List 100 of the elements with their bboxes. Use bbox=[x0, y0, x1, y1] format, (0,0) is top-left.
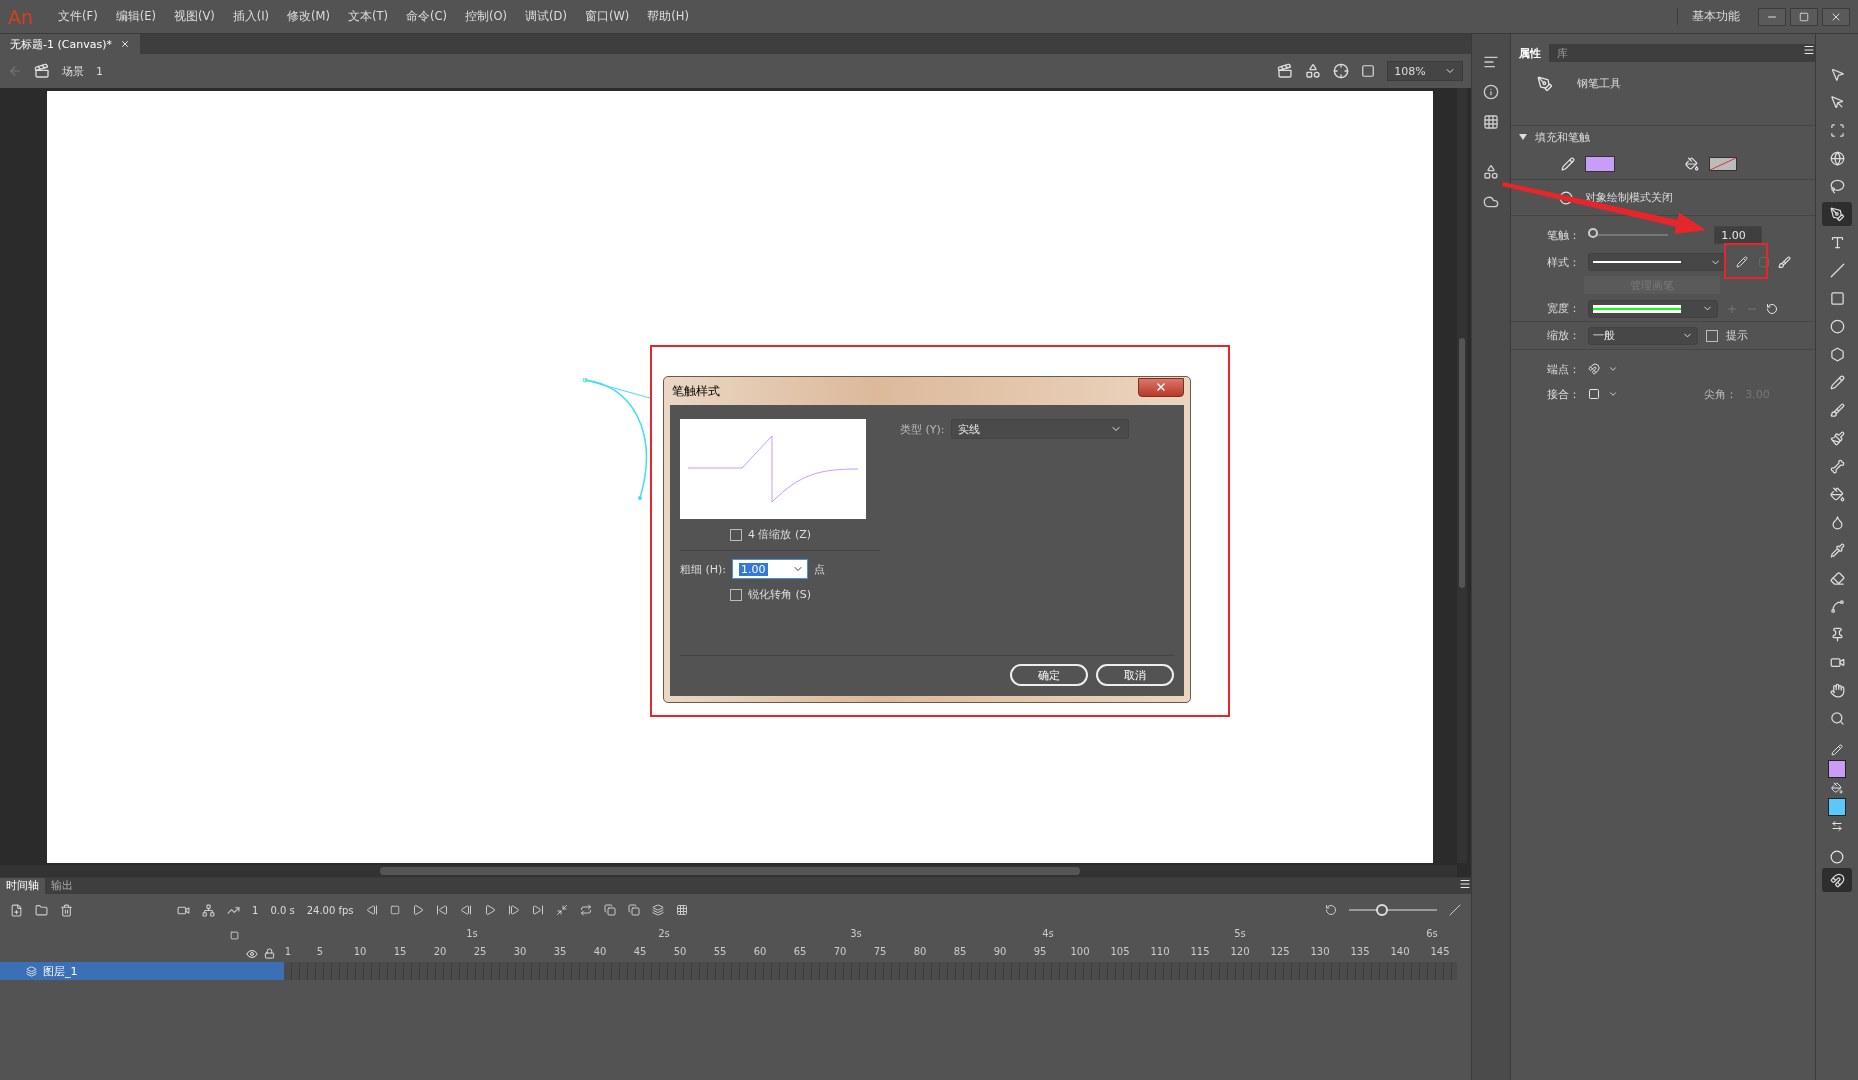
type-dropdown[interactable]: 实线 bbox=[950, 419, 1129, 439]
edit-style-button[interactable] bbox=[1734, 254, 1751, 270]
first-frame-icon bbox=[435, 904, 448, 916]
center-icon bbox=[555, 904, 568, 916]
lasso-icon bbox=[1829, 178, 1845, 194]
stroke-color-chip[interactable] bbox=[1828, 760, 1846, 778]
back-arrow-icon bbox=[8, 64, 22, 78]
frame-number: 70 bbox=[833, 946, 847, 957]
menu-item[interactable]: 修改(M) bbox=[280, 9, 337, 24]
horizontal-scrollbar[interactable] bbox=[0, 865, 1458, 877]
style-dropdown[interactable] bbox=[1588, 253, 1727, 271]
layer-row[interactable]: 图层_1 bbox=[0, 962, 284, 980]
tool-button[interactable] bbox=[1822, 202, 1852, 226]
checkbox[interactable] bbox=[730, 528, 742, 541]
slider-thumb[interactable] bbox=[1588, 228, 1599, 238]
hierarchy-icon bbox=[202, 903, 215, 917]
panel-tab[interactable]: 属性 bbox=[1511, 44, 1550, 62]
hand-icon bbox=[1829, 682, 1845, 698]
frame-number: 85 bbox=[953, 946, 967, 957]
eye-icon bbox=[246, 948, 258, 960]
pencil-icon bbox=[1561, 156, 1576, 171]
menu-item[interactable]: 文本(T) bbox=[341, 9, 395, 24]
panel-tab[interactable]: 库 bbox=[1549, 44, 1577, 62]
loop-icon bbox=[579, 904, 592, 916]
maximize-button[interactable] bbox=[1790, 7, 1818, 26]
dialog-title: 笔触样式 bbox=[671, 383, 720, 399]
globe-icon bbox=[1829, 150, 1845, 166]
folder-icon bbox=[35, 903, 48, 917]
frame-number: 125 bbox=[1270, 946, 1290, 957]
thickness-field[interactable]: 1.00 bbox=[732, 559, 809, 579]
checkbox[interactable] bbox=[1706, 329, 1719, 342]
menu-item[interactable]: 文件(F) bbox=[51, 9, 105, 24]
menu-item[interactable]: 插入(I) bbox=[225, 9, 277, 24]
reset-icon bbox=[1325, 904, 1338, 916]
frame-number: 140 bbox=[1390, 946, 1410, 957]
zoom-field[interactable]: 108% bbox=[1387, 61, 1464, 81]
frame-number: 5 bbox=[316, 946, 324, 957]
magnet-button[interactable] bbox=[1822, 868, 1852, 892]
close-icon bbox=[119, 39, 130, 49]
crosshair-icon bbox=[1333, 63, 1350, 79]
libraries-icon bbox=[1483, 194, 1500, 210]
previous-frame-icon bbox=[459, 904, 472, 916]
frame-number: 80 bbox=[913, 946, 927, 957]
frame-number: 1 bbox=[284, 946, 292, 957]
layer-icon bbox=[26, 965, 37, 977]
panel-tab[interactable]: 时间轴 bbox=[0, 878, 45, 894]
workspace-switcher[interactable]: 基本功能 bbox=[1677, 8, 1754, 25]
menu-item[interactable]: 帮助(H) bbox=[640, 9, 696, 24]
pen-icon bbox=[1829, 206, 1845, 222]
panel-tab[interactable]: 输出 bbox=[45, 878, 79, 894]
width-dropdown[interactable] bbox=[1588, 299, 1719, 318]
width-icon bbox=[1829, 598, 1845, 614]
plus-icon bbox=[1726, 302, 1739, 315]
oval-icon bbox=[1829, 318, 1845, 334]
no-fill-swatch[interactable] bbox=[1709, 156, 1738, 171]
onion-outline-icon bbox=[627, 904, 640, 916]
transform-icon bbox=[1483, 114, 1500, 130]
time-marker: 5s bbox=[1234, 928, 1246, 939]
vertical-scrollbar[interactable] bbox=[1457, 88, 1468, 863]
join-label: 接合： bbox=[1547, 386, 1581, 402]
clapperboard-icon bbox=[1277, 63, 1294, 79]
expanded-triangle-icon[interactable] bbox=[1519, 134, 1528, 140]
width-label: 宽度： bbox=[1547, 301, 1581, 316]
time-marker: 4s bbox=[1042, 928, 1054, 939]
ok-button[interactable]: 确定 bbox=[1010, 664, 1088, 686]
eyedropper-icon bbox=[1829, 542, 1845, 558]
trash-icon bbox=[60, 903, 73, 917]
menu-item[interactable]: 命令(C) bbox=[399, 9, 455, 24]
bucket-icon bbox=[1685, 156, 1700, 171]
onion-skin-icon bbox=[603, 904, 616, 916]
menu-item[interactable]: 编辑(E) bbox=[108, 9, 163, 24]
minimize-button[interactable] bbox=[1758, 7, 1786, 26]
outline-toggle-icon bbox=[230, 931, 239, 940]
menu-item[interactable]: 调试(D) bbox=[518, 9, 574, 24]
menu-item[interactable]: 控制(O) bbox=[458, 9, 515, 24]
menu-item[interactable]: 视图(V) bbox=[166, 9, 222, 24]
layer-name: 图层_1 bbox=[43, 963, 78, 979]
stroke-value[interactable]: 1.00 bbox=[1714, 226, 1763, 244]
paintbrush-icon bbox=[1829, 430, 1845, 446]
fill-color-chip[interactable] bbox=[1828, 798, 1846, 816]
close-button[interactable] bbox=[1822, 7, 1850, 26]
arrow-icon bbox=[1829, 66, 1845, 82]
menu-item[interactable]: 窗口(W) bbox=[577, 9, 637, 24]
slider-thumb[interactable] bbox=[1375, 904, 1388, 916]
swap-icon bbox=[1831, 820, 1843, 832]
close-button[interactable] bbox=[1138, 377, 1184, 397]
document-tab[interactable]: 无标题-1 (Canvas)* bbox=[0, 34, 140, 54]
frame-number: 90 bbox=[993, 946, 1007, 957]
time-marker: 6s bbox=[1426, 928, 1438, 939]
frame-number: 120 bbox=[1230, 946, 1250, 957]
bucket-icon bbox=[1829, 486, 1845, 502]
stroke-color-swatch[interactable] bbox=[1585, 155, 1616, 172]
section-title: 填充和笔触 bbox=[1535, 129, 1591, 145]
time-marker: 2s bbox=[658, 928, 670, 939]
cancel-button[interactable]: 取消 bbox=[1096, 664, 1174, 686]
step-back-icon bbox=[365, 904, 378, 916]
scale-dropdown[interactable]: 一般 bbox=[1588, 326, 1699, 345]
snap-icon bbox=[1830, 850, 1844, 864]
menu-icon bbox=[1459, 878, 1472, 890]
checkbox[interactable] bbox=[730, 588, 742, 601]
